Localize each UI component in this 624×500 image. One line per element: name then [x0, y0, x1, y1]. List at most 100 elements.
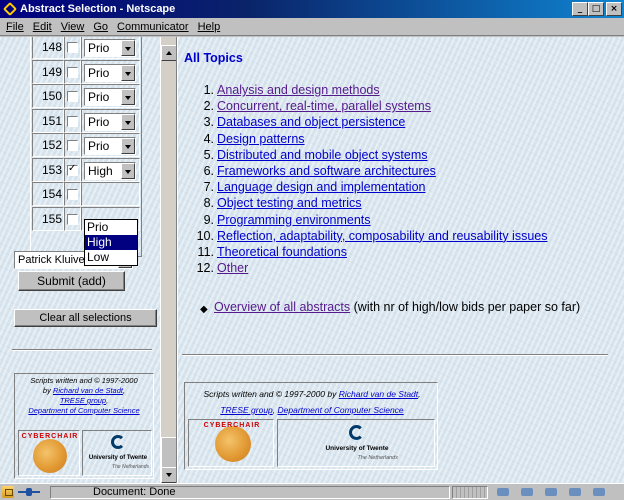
dropdown-option-prio[interactable]: Prio [85, 220, 137, 235]
checkbox-cell [64, 108, 81, 133]
cyberchair-logo[interactable]: CYBERCHAIR [188, 419, 274, 467]
menu-file[interactable]: File [6, 21, 24, 33]
dropdown-option-high[interactable]: High [85, 235, 137, 250]
status-bar: Document: Done [0, 483, 624, 500]
cyberchair-logo[interactable]: CYBERCHAIR [18, 430, 80, 476]
window-title: Abstract Selection - Netscape [20, 3, 176, 15]
menu-communicator[interactable]: Communicator [117, 21, 189, 33]
paper-checkbox[interactable] [67, 163, 78, 176]
paper-row: 154 [32, 182, 140, 206]
priority-value: High [88, 163, 113, 178]
scroll-up-button[interactable] [161, 45, 177, 61]
topic-link[interactable]: Design patterns [217, 132, 305, 146]
divider [12, 349, 152, 351]
topic-link[interactable]: Language design and implementation [217, 180, 426, 194]
university-twente-logo[interactable]: University of Twente The Netherlands [277, 419, 435, 467]
topic-item: 6. Frameworks and software architectures [196, 163, 548, 179]
menu-go[interactable]: Go [93, 21, 108, 33]
topic-link[interactable]: Reflection, adaptability, composability … [217, 229, 548, 243]
menu-view[interactable]: View [61, 21, 85, 33]
priority-select[interactable]: Prio [84, 63, 136, 82]
topic-link[interactable]: Object testing and metrics [217, 196, 362, 210]
composer-icon[interactable] [567, 486, 583, 498]
clear-selections-button[interactable]: Clear all selections [14, 309, 157, 327]
topic-number: 8. [203, 196, 214, 211]
topic-link[interactable]: Distributed and mobile object systems [217, 148, 428, 162]
paper-checkbox[interactable] [67, 42, 78, 53]
priority-cell [81, 182, 140, 206]
chevron-down-icon[interactable] [121, 113, 135, 130]
minimize-button[interactable]: _ [572, 2, 588, 16]
topic-link[interactable]: Other [217, 261, 248, 275]
priority-select[interactable]: Prio [84, 88, 136, 106]
credits-text: Scripts written and © 1997-2000 by Richa… [17, 376, 151, 416]
topic-link[interactable]: Concurrent, real-time, parallel systems [217, 99, 431, 113]
paper-row: 151 Prio [32, 108, 140, 133]
cyberchair-wordmark: CYBERCHAIR [21, 433, 79, 440]
cyberchair-globe-icon [215, 426, 251, 462]
paper-checkbox[interactable] [67, 189, 78, 200]
chevron-down-icon[interactable] [121, 138, 135, 154]
paper-row: 153 High [32, 157, 140, 182]
dropdown-option-low[interactable]: Low [85, 250, 137, 265]
maximize-button[interactable]: □ [588, 2, 604, 16]
scroll-down-button[interactable] [161, 467, 177, 483]
checkbox-cell [64, 84, 81, 108]
paper-checkbox[interactable] [67, 66, 78, 78]
progress-indicator [452, 486, 488, 499]
paper-number: 154 [32, 182, 64, 206]
dept-cs-link[interactable]: Department of Computer Science [28, 406, 139, 415]
edit-icon[interactable] [591, 486, 607, 498]
chevron-down-icon[interactable] [121, 40, 135, 56]
window-titlebar: Abstract Selection - Netscape _ □ × [0, 0, 624, 18]
author-link[interactable]: Richard van de Stadt [339, 389, 418, 399]
chevron-down-icon[interactable] [121, 89, 135, 105]
mail-icon[interactable] [519, 486, 535, 498]
credits-sep: , [106, 396, 109, 405]
security-lock-icon[interactable] [2, 486, 14, 498]
topic-link[interactable]: Databases and object persistence [217, 115, 405, 129]
reviewer-selected-value: Patrick Kluivert [18, 254, 92, 266]
priority-select[interactable]: High [84, 161, 136, 180]
close-button[interactable]: × [606, 2, 622, 16]
priority-select[interactable]: Prio [84, 137, 136, 155]
menu-edit[interactable]: Edit [33, 21, 52, 33]
trese-group-link[interactable]: TRESE group [220, 405, 272, 415]
checkbox-cell [64, 157, 81, 182]
author-link[interactable]: Richard van de Stadt [53, 386, 123, 395]
university-name: University of Twente [325, 445, 389, 452]
topic-link[interactable]: Programming environments [217, 213, 371, 227]
topic-list: 1. Analysis and design methods 2. Concurren… [196, 82, 548, 276]
left-frame-scrollbar[interactable] [160, 37, 177, 483]
topic-link[interactable]: Frameworks and software architectures [217, 164, 436, 178]
topic-item: 7. Language design and implementation [196, 179, 548, 195]
right-frame: All Topics 1. Analysis and design methods… [178, 37, 624, 483]
paper-checkbox[interactable] [67, 115, 78, 127]
paper-checkbox[interactable] [67, 140, 78, 151]
overview-link[interactable]: Overview of all abstracts [214, 300, 350, 314]
submit-add-button[interactable]: Submit (add) [18, 271, 125, 291]
priority-dropdown-list: Prio High Low [84, 219, 138, 266]
discussions-icon[interactable] [543, 486, 559, 498]
priority-select[interactable]: Prio [84, 112, 136, 131]
navigator-icon[interactable] [495, 486, 511, 498]
priority-select[interactable]: Prio [84, 39, 136, 57]
dept-cs-link[interactable]: Department of Computer Science [278, 405, 404, 415]
topic-item: 1. Analysis and design methods [196, 82, 548, 98]
menubar: File Edit View Go Communicator Help [0, 18, 624, 36]
topic-number: 11. [197, 244, 214, 259]
chevron-down-icon[interactable] [121, 64, 135, 81]
topic-number: 3. [203, 115, 214, 130]
chevron-down-icon[interactable] [121, 162, 135, 179]
trese-group-link[interactable]: TRESE group [60, 396, 106, 405]
topic-link[interactable]: Theoretical foundations [217, 245, 347, 259]
menu-help[interactable]: Help [198, 21, 221, 33]
topic-link[interactable]: Analysis and design methods [217, 83, 380, 97]
university-twente-logo[interactable]: University of Twente The Netherlands [82, 430, 152, 476]
paper-checkbox[interactable] [67, 91, 78, 102]
topic-item: 2. Concurrent, real-time, parallel system… [196, 98, 548, 114]
priority-cell: Prio [81, 37, 140, 59]
topic-number: 7. [203, 180, 214, 195]
credits-by: by [42, 386, 53, 395]
paper-checkbox[interactable] [67, 213, 78, 225]
